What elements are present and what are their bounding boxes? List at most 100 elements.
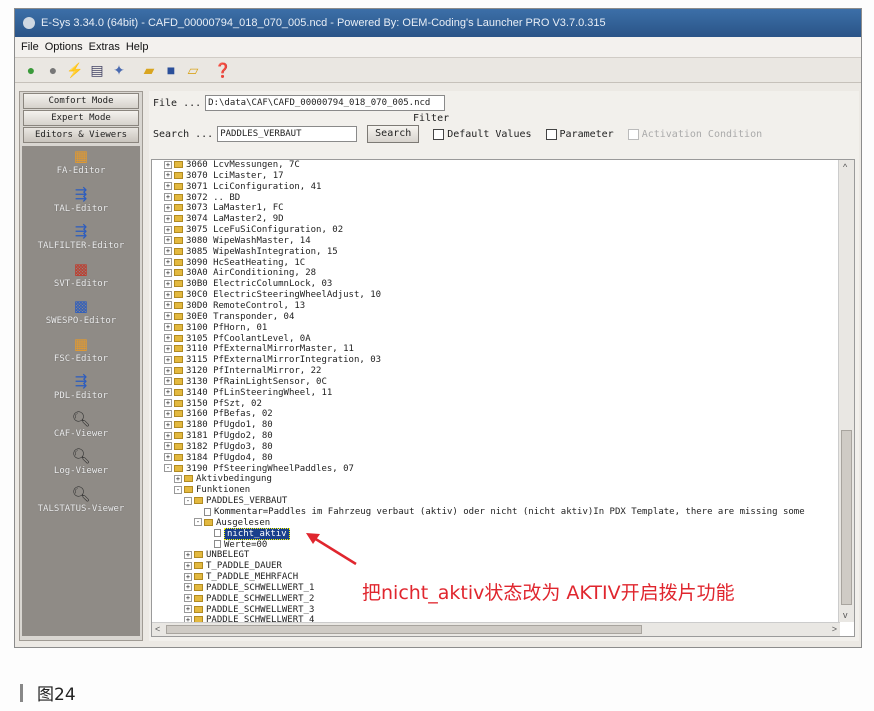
talstatus-viewer-tool[interactable]: 🔍︎ TALSTATUS-Viewer — [22, 484, 140, 522]
document-icon[interactable]: ▤ — [87, 60, 107, 80]
expand-toggle-icon[interactable]: - — [164, 464, 172, 473]
expand-toggle-icon[interactable]: - — [184, 496, 192, 505]
tree-node[interactable]: +3060 LcvMessungen, 7C — [152, 160, 854, 171]
scroll-down-icon[interactable]: v — [843, 610, 848, 620]
file-path-field[interactable]: D:\data\CAF\CAFD_00000794_018_070_005.nc… — [205, 95, 446, 111]
swespo-editor-tool[interactable]: ▩ SWESPO-Editor — [22, 296, 140, 334]
expand-toggle-icon[interactable]: + — [184, 605, 192, 614]
tree-node[interactable]: +3080 WipeWashMaster, 14 — [152, 236, 854, 247]
tree-node[interactable]: +3115 PfExternalMirrorIntegration, 03 — [152, 355, 854, 366]
expand-toggle-icon[interactable]: + — [164, 431, 172, 440]
expand-toggle-icon[interactable]: + — [164, 203, 172, 212]
menu-file[interactable]: File — [21, 41, 39, 53]
tal-editor-tool[interactable]: ⇶ TAL-Editor — [22, 184, 140, 222]
tree-node[interactable]: +30E0 Transponder, 04 — [152, 312, 854, 323]
tree-node[interactable]: +3070 LciMaster, 17 — [152, 171, 854, 182]
tree-node[interactable]: +3074 LaMaster2, 9D — [152, 214, 854, 225]
parameter-checkbox[interactable]: Parameter — [545, 128, 614, 140]
tree-node[interactable]: +3075 LceFuSiConfiguration, 02 — [152, 225, 854, 236]
tree-node[interactable]: +3150 PfSzt, 02 — [152, 399, 854, 410]
expand-toggle-icon[interactable]: + — [164, 312, 172, 321]
default-values-checkbox[interactable]: Default Values — [433, 128, 532, 140]
talfilter-editor-tool[interactable]: ⇶ TALFILTER-Editor — [22, 221, 140, 259]
tree-node[interactable]: +30C0 ElectricSteeringWheelAdjust, 10 — [152, 290, 854, 301]
svt-editor-tool[interactable]: ▩ SVT-Editor — [22, 259, 140, 297]
tree-node[interactable]: +3072 .. BD — [152, 193, 854, 204]
pdl-editor-tool[interactable]: ⇶ PDL-Editor — [22, 371, 140, 409]
tree-node[interactable]: +3130 PfRainLightSensor, 0C — [152, 377, 854, 388]
vertical-scroll-thumb[interactable] — [841, 430, 852, 605]
expand-toggle-icon[interactable]: + — [164, 236, 172, 245]
scroll-right-icon[interactable]: > — [832, 624, 837, 634]
tree-node[interactable]: +3100 PfHorn, 01 — [152, 323, 854, 334]
tree-node[interactable]: + T_PADDLE_DAUER — [152, 561, 854, 572]
menu-extras[interactable]: Extras — [89, 41, 120, 53]
expand-toggle-icon[interactable]: + — [164, 399, 172, 408]
editors-viewers-button[interactable]: Editors & Viewers — [23, 127, 139, 143]
tree-node[interactable]: - PADDLES_VERBAUT — [152, 496, 854, 507]
expand-toggle-icon[interactable]: + — [164, 323, 172, 332]
log-viewer-tool[interactable]: 🔍︎ Log-Viewer — [22, 446, 140, 484]
scroll-up-icon[interactable]: ^ — [843, 162, 847, 172]
expand-toggle-icon[interactable]: - — [174, 485, 182, 494]
expand-toggle-icon[interactable]: + — [164, 453, 172, 462]
tree-node[interactable]: +3160 PfBefas, 02 — [152, 409, 854, 420]
expand-toggle-icon[interactable]: + — [164, 344, 172, 353]
open-folder-icon[interactable]: ▰ — [139, 60, 159, 80]
expand-toggle-icon[interactable]: + — [164, 214, 172, 223]
tree-node[interactable]: + UNBELEGT — [152, 550, 854, 561]
fa-editor-tool[interactable]: ▦ FA-Editor — [22, 146, 140, 184]
expand-toggle-icon[interactable]: + — [164, 279, 172, 288]
tree-node[interactable]: +3180 PfUgdo1, 80 — [152, 420, 854, 431]
tree-node[interactable]: - 3190 PfSteeringWheelPaddles, 07 — [152, 464, 854, 475]
tree-node[interactable]: +3073 LaMaster1, FC — [152, 203, 854, 214]
expand-toggle-icon[interactable]: + — [184, 561, 192, 570]
expand-toggle-icon[interactable]: + — [164, 355, 172, 364]
expand-toggle-icon[interactable]: + — [164, 182, 172, 191]
expand-toggle-icon[interactable]: + — [184, 583, 192, 592]
expand-toggle-icon[interactable]: + — [174, 474, 182, 483]
tree-node[interactable]: +3071 LciConfiguration, 41 — [152, 182, 854, 193]
expand-toggle-icon[interactable]: + — [164, 225, 172, 234]
expand-toggle-icon[interactable]: + — [164, 258, 172, 267]
flash-icon[interactable]: ⚡ — [65, 60, 85, 80]
expand-toggle-icon[interactable]: + — [164, 268, 172, 277]
expand-toggle-icon[interactable]: + — [164, 193, 172, 202]
menu-options[interactable]: Options — [45, 41, 83, 53]
tree-node[interactable]: +30D0 RemoteControl, 13 — [152, 301, 854, 312]
horizontal-scroll-thumb[interactable] — [166, 625, 642, 634]
expand-toggle-icon[interactable]: + — [164, 442, 172, 451]
tree-node[interactable]: +3105 PfCoolantLevel, 0A — [152, 334, 854, 345]
expand-toggle-icon[interactable]: + — [164, 247, 172, 256]
connect-icon[interactable]: ● — [21, 60, 41, 80]
tree-node[interactable]: +3184 PfUgdo4, 80 — [152, 453, 854, 464]
tree-node[interactable]: Kommentar=Paddles im Fahrzeug verbaut (a… — [152, 507, 854, 518]
menu-help[interactable]: Help — [126, 41, 149, 53]
expand-toggle-icon[interactable]: + — [164, 420, 172, 429]
tree-node[interactable]: nicht_aktiv — [152, 527, 854, 540]
vertical-scrollbar[interactable]: ^ v — [838, 160, 854, 622]
expand-toggle-icon[interactable]: + — [164, 160, 172, 169]
tree-node[interactable]: +3181 PfUgdo2, 80 — [152, 431, 854, 442]
search-button[interactable]: Search — [367, 125, 420, 143]
expand-toggle-icon[interactable]: + — [164, 409, 172, 418]
expand-toggle-icon[interactable]: - — [194, 518, 202, 527]
tree-node[interactable]: +3182 PfUgdo3, 80 — [152, 442, 854, 453]
tree-node[interactable]: +3120 PfInternalMirror, 22 — [152, 366, 854, 377]
expand-toggle-icon[interactable]: + — [164, 290, 172, 299]
disconnect-icon[interactable]: ● — [43, 60, 63, 80]
expand-toggle-icon[interactable]: + — [164, 301, 172, 310]
tree-node[interactable]: +30B0 ElectricColumnLock, 03 — [152, 279, 854, 290]
tree-node[interactable]: + Aktivbedingung — [152, 474, 854, 485]
tree-node[interactable]: +3140 PfLinSteeringWheel, 11 — [152, 388, 854, 399]
scroll-left-icon[interactable]: < — [155, 624, 160, 634]
save-icon[interactable]: ■ — [161, 60, 181, 80]
tree-node[interactable]: +3090 HcSeatHeating, 1C — [152, 258, 854, 269]
tree-node[interactable]: Werte=00 — [152, 540, 854, 551]
expand-toggle-icon[interactable]: + — [164, 171, 172, 180]
help-icon[interactable]: ❓ — [213, 60, 233, 80]
comfort-mode-button[interactable]: Comfort Mode — [23, 93, 139, 109]
expert-mode-button[interactable]: Expert Mode — [23, 110, 139, 126]
expand-toggle-icon[interactable]: + — [184, 572, 192, 581]
search-input[interactable]: PADDLES_VERBAUT — [217, 126, 358, 142]
